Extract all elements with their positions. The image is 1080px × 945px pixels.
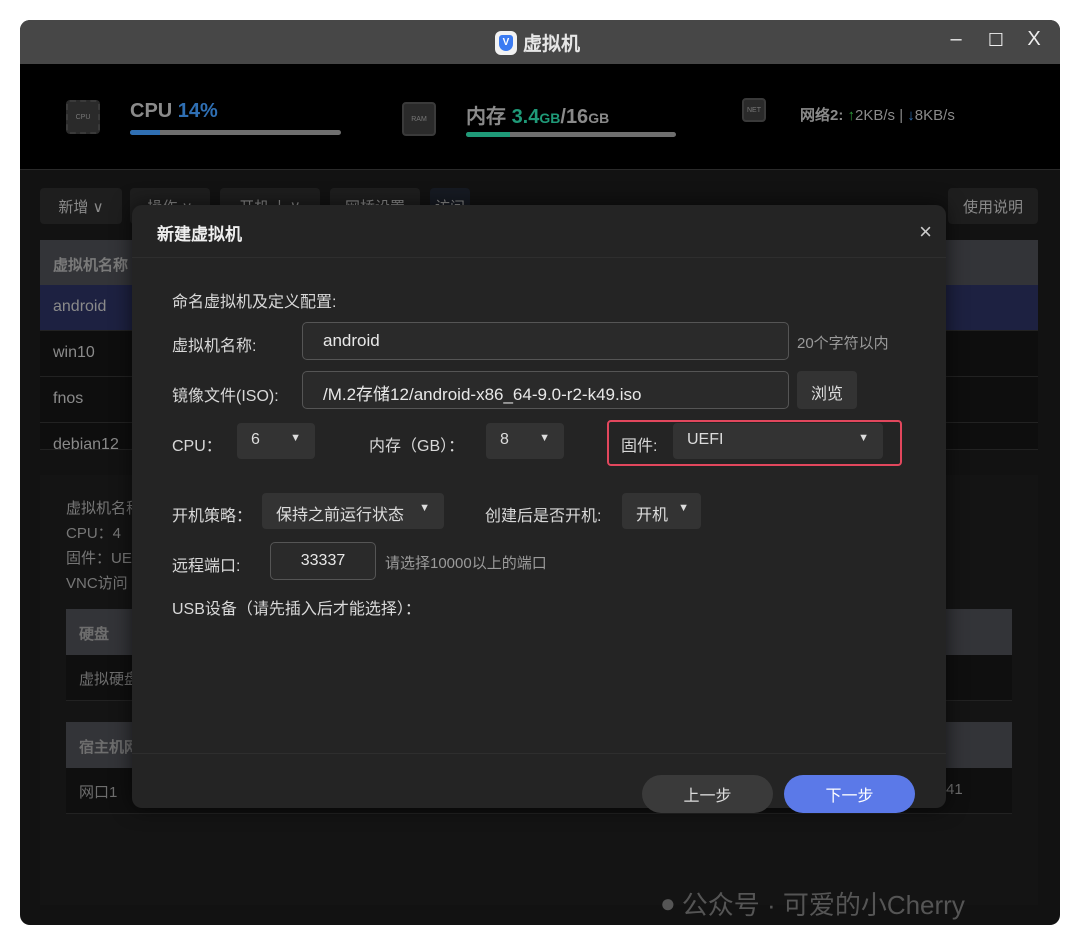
autostart-value: 开机 xyxy=(636,507,669,524)
firmware-label: 固件: xyxy=(621,438,658,455)
memory-select[interactable]: 8 ▼ xyxy=(486,423,564,459)
detail-cpu: CPU：4 xyxy=(66,525,122,542)
minimize-button[interactable]: ‒ xyxy=(942,28,970,51)
net-label: 网络2: xyxy=(800,107,844,124)
boot-policy-select[interactable]: 保持之前运行状态 ▼ xyxy=(262,493,444,529)
network-icon: NET xyxy=(742,98,766,122)
detail-name: 虚拟机名称 xyxy=(66,500,142,517)
name-label: 虚拟机名称: xyxy=(172,338,257,355)
host-row-label: 网口1 xyxy=(79,784,118,801)
mem-total-unit: GB xyxy=(588,110,610,126)
detail-firmware: 固件：UE xyxy=(66,550,132,567)
cpu-label: CPU xyxy=(130,100,173,122)
help-button[interactable]: 使用说明 xyxy=(948,188,1038,224)
boot-policy-label: 开机策略： xyxy=(172,508,253,525)
boot-policy-value: 保持之前运行状态 xyxy=(276,507,405,524)
cpu-select-value: 6 xyxy=(251,431,260,448)
caret-down-icon: ▼ xyxy=(678,502,689,514)
autostart-select[interactable]: 开机 ▼ xyxy=(622,493,701,529)
net-down: 8KB/s xyxy=(914,107,955,124)
close-window-button[interactable]: X xyxy=(1020,28,1048,51)
firmware-select-value: UEFI xyxy=(687,431,724,448)
download-arrow-icon: ↓ xyxy=(907,107,915,124)
dialog-title: 新建虚拟机 xyxy=(157,225,242,244)
caret-down-icon: ▼ xyxy=(539,432,550,444)
mem-used-unit: GB xyxy=(539,110,561,126)
iso-path-input[interactable]: /M.2存储12/android-x86_64-9.0-r2-k49.iso xyxy=(302,371,789,409)
watermark: ● 公众号 · 可爱的小Cherry xyxy=(660,885,965,922)
firmware-select[interactable]: UEFI ▼ xyxy=(673,423,883,459)
autostart-label: 创建后是否开机: xyxy=(485,508,602,525)
window-title: 虚拟机 xyxy=(523,34,581,55)
cpu-label: CPU： xyxy=(172,438,222,455)
app-title: V 虚拟机 xyxy=(495,29,580,56)
divider xyxy=(132,753,946,754)
caret-down-icon: ▼ xyxy=(419,502,430,514)
maximize-button[interactable]: ☐ xyxy=(982,30,1010,51)
divider xyxy=(132,257,946,258)
memory-bar xyxy=(466,132,676,137)
caret-down-icon: ▼ xyxy=(858,432,869,444)
memory-stat: 内存 3.4GB/16GB xyxy=(466,100,609,129)
ram-icon: RAM xyxy=(402,102,436,136)
section-title: 命名虚拟机及定义配置: xyxy=(172,294,337,311)
cpu-stat: CPU 14% xyxy=(130,100,218,123)
host-row-value: 41 xyxy=(946,781,963,798)
next-button[interactable]: 下一步 xyxy=(784,775,915,813)
upload-arrow-icon: ↑ xyxy=(847,107,856,124)
vm-name-input[interactable]: android xyxy=(302,322,789,360)
port-label: 远程端口: xyxy=(172,558,241,575)
mem-used: 3.4 xyxy=(511,106,540,128)
app-window: V 虚拟机 ‒ ☐ X CPU CPU 14% RAM 内存 3.4GB/16G… xyxy=(20,20,1060,925)
memory-bar-fill xyxy=(466,132,511,137)
mem-total: 16 xyxy=(565,106,589,128)
previous-button[interactable]: 上一步 xyxy=(642,775,773,813)
iso-label: 镜像文件(ISO): xyxy=(172,388,279,405)
watermark-text: 公众号 · 可爱的小Cherry xyxy=(681,890,965,920)
browse-button[interactable]: 浏览 xyxy=(797,371,857,409)
new-vm-dialog: 新建虚拟机 × 命名虚拟机及定义配置: 虚拟机名称: android 20个字符… xyxy=(132,205,946,813)
cpu-bar-fill xyxy=(130,130,160,135)
usb-label: USB设备（请先插入后才能选择）： xyxy=(172,601,421,618)
cpu-chip-icon: CPU xyxy=(66,100,100,134)
logo-letter: V xyxy=(499,34,513,51)
title-bar: V 虚拟机 ‒ ☐ X xyxy=(20,20,1060,64)
resource-stats: CPU CPU 14% RAM 内存 3.4GB/16GB NET 网络2: ↑… xyxy=(20,64,1060,170)
wechat-icon: ● xyxy=(660,888,676,918)
detail-vnc: VNC访问 xyxy=(66,575,128,592)
close-dialog-icon[interactable]: × xyxy=(919,219,932,245)
name-hint: 20个字符以内 xyxy=(797,335,889,352)
memory-select-value: 8 xyxy=(500,431,509,448)
network-stat: 网络2: ↑2KB/s | ↓8KB/s xyxy=(800,104,955,125)
cpu-select[interactable]: 6 ▼ xyxy=(237,423,315,459)
caret-down-icon: ▼ xyxy=(290,432,301,444)
remote-port-input[interactable]: 33337 xyxy=(270,542,376,580)
net-up: 2KB/s xyxy=(855,107,896,124)
mem-label: 内存 xyxy=(466,106,506,128)
net-sep: | xyxy=(899,107,904,124)
cpu-value: 14% xyxy=(177,100,218,122)
memory-label: 内存（GB）： xyxy=(369,438,465,455)
app-logo-icon: V xyxy=(495,30,517,55)
add-button[interactable]: 新增 ∨ xyxy=(40,188,122,224)
cpu-bar xyxy=(130,130,341,135)
port-hint: 请选择10000以上的端口 xyxy=(385,555,547,572)
